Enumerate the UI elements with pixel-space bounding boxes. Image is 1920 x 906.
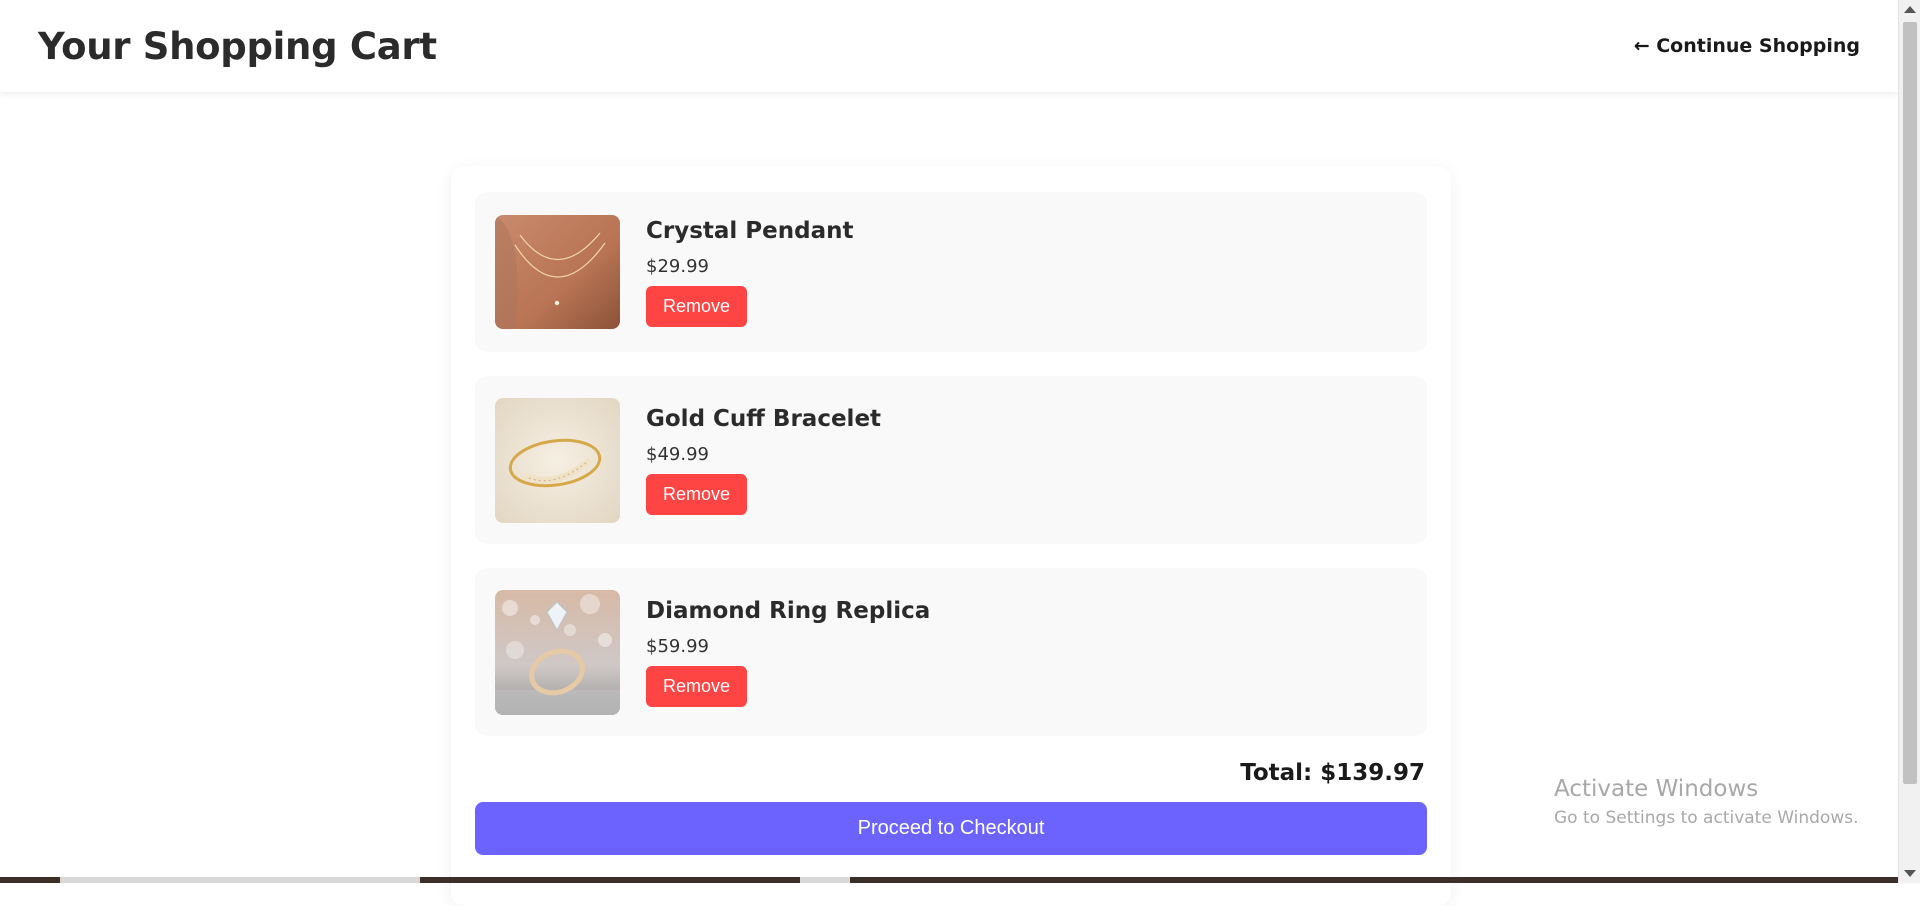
remove-button[interactable]: Remove [646, 473, 748, 515]
item-price: $59.99 [646, 635, 709, 657]
cart-item: Diamond Ring Replica $59.99 Remove [475, 568, 1427, 736]
scrollbar-thumb[interactable] [1903, 22, 1917, 784]
remove-button[interactable]: Remove [646, 285, 748, 327]
checkout-button[interactable]: Proceed to Checkout [475, 802, 1427, 855]
cart-item: Crystal Pendant $29.99 Remove [475, 192, 1427, 352]
necklace-image [495, 215, 620, 329]
cart-panel: Crystal Pendant $29.99 Remove Gold Cuff [451, 166, 1451, 906]
item-name: Gold Cuff Bracelet [646, 405, 882, 432]
item-name: Diamond Ring Replica [646, 597, 931, 624]
remove-button[interactable]: Remove [646, 665, 748, 707]
vertical-scrollbar[interactable] [1898, 0, 1920, 883]
windows-activation-watermark: Activate Windows Go to Settings to activ… [1554, 776, 1859, 828]
continue-shopping-link[interactable]: ← Continue Shopping [1634, 35, 1860, 57]
ring-image [495, 589, 620, 715]
watermark-title: Activate Windows [1554, 776, 1759, 802]
item-price: $29.99 [646, 255, 709, 277]
page-header: Your Shopping Cart ← Continue Shopping [0, 0, 1898, 92]
item-info: Diamond Ring Replica $59.99 Remove [646, 598, 930, 707]
watermark-subtitle: Go to Settings to activate Windows. [1554, 808, 1859, 828]
bracelet-image [495, 397, 620, 523]
cart-item: Gold Cuff Bracelet $49.99 Remove [475, 376, 1427, 544]
item-info: Crystal Pendant $29.99 Remove [646, 218, 854, 327]
item-info: Gold Cuff Bracelet $49.99 Remove [646, 406, 881, 515]
item-price: $49.99 [646, 443, 709, 465]
taskbar-edge [0, 877, 1898, 883]
scroll-down-icon[interactable] [1904, 870, 1916, 877]
cart-total: Total: $139.97 [1240, 760, 1425, 786]
scroll-up-icon[interactable] [1904, 6, 1916, 13]
item-name: Crystal Pendant [646, 217, 854, 244]
page-title: Your Shopping Cart [38, 24, 437, 68]
